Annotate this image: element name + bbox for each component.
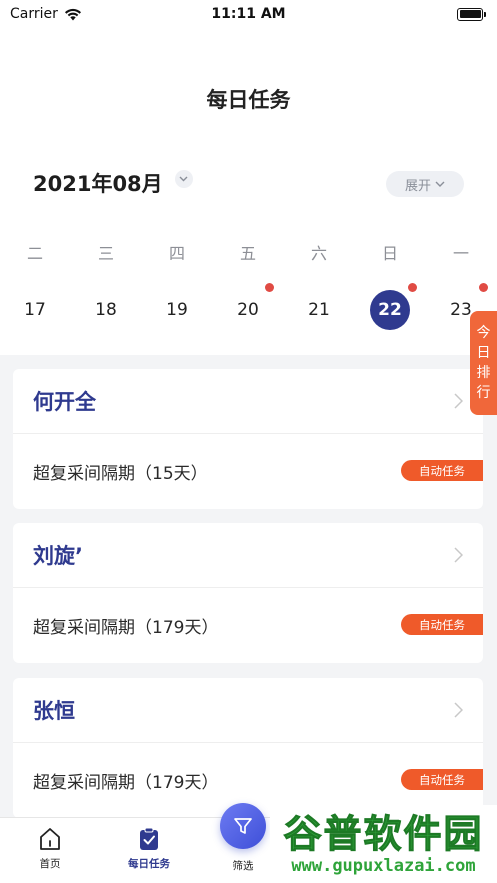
date-cell[interactable]: 18 [86,290,126,330]
today-rank-char: 今 [476,325,491,341]
date-cell-selected[interactable]: 22 [370,290,410,330]
tab-daily-tasks[interactable]: 每日任务 [109,826,189,871]
date-cell[interactable]: 17 [15,290,55,330]
task-list[interactable]: 何开全 超复采间隔期（15天） 自动任务 刘旋’ 超复采间隔期（179天） 自动… [0,355,497,817]
task-name: 刘旋’ [33,544,83,568]
weekday-label: 二 [26,244,43,263]
tab-home[interactable]: 首页 [10,826,90,871]
checklist-icon [140,827,158,850]
task-card[interactable]: 张恒 超复采间隔期（179天） 自动任务 [13,678,483,817]
watermark-title: 谷普软件园 [283,812,484,857]
today-rank-tab[interactable]: 今 日 排 行 [470,311,497,415]
task-desc: 超复采间隔期（179天） [33,773,219,793]
card-body: 超复采间隔期（179天） 自动任务 [13,588,483,663]
task-dot [479,283,488,292]
status-left: Carrier [10,6,82,22]
task-desc: 超复采间隔期（15天） [33,464,208,484]
chevron-down-icon[interactable] [174,170,193,188]
card-header[interactable]: 何开全 [13,369,483,434]
task-dot [408,283,417,292]
date-cell[interactable]: 20 [228,290,268,330]
task-card[interactable]: 何开全 超复采间隔期（15天） 自动任务 [13,369,483,509]
weekday-row: 二 三 四 五 六 日 一 [0,240,497,263]
weekday-label: 日 [381,244,398,263]
expand-button[interactable]: 展开 [386,171,464,197]
watermark-url: www.gupuxlazai.com [291,856,476,876]
task-dot [265,283,274,292]
expand-label: 展开 [404,178,431,194]
chevron-right-icon [454,547,463,563]
home-icon [40,828,60,850]
filter-button[interactable] [220,803,266,849]
task-name: 何开全 [33,390,96,414]
card-header[interactable]: 张恒 [13,678,483,743]
tab-label: 首页 [39,858,61,870]
today-rank-char: 排 [476,365,491,381]
month-selector[interactable]: 2021年08月 [33,168,193,198]
weekday-label: 一 [452,244,469,263]
weekday-label: 四 [168,244,185,263]
status-bar: Carrier 11:11 AM [0,0,497,28]
tab-label: 每日任务 [128,858,170,870]
chevron-right-icon [454,393,463,409]
watermark: 谷普软件园 www.gupuxlazai.com [270,805,497,883]
auto-task-badge: 自动任务 [401,614,483,635]
card-body: 超复采间隔期（15天） 自动任务 [13,434,483,509]
auto-task-badge: 自动任务 [401,460,483,481]
task-name: 张恒 [33,699,75,723]
battery-icon [457,7,486,21]
wifi-icon [64,8,81,20]
today-rank-char: 行 [476,385,491,401]
month-label: 2021年08月 [33,172,163,196]
task-card[interactable]: 刘旋’ 超复采间隔期（179天） 自动任务 [13,523,483,663]
task-desc: 超复采间隔期（179天） [33,618,219,638]
date-cell[interactable]: 21 [299,290,339,330]
filter-icon [234,818,252,834]
date-row: 17 18 19 20 21 22 23 [0,283,497,330]
chevron-down-icon [435,181,445,187]
today-rank-char: 日 [476,345,491,361]
card-header[interactable]: 刘旋’ [13,523,483,588]
date-cell[interactable]: 19 [157,290,197,330]
auto-task-badge: 自动任务 [401,769,483,790]
weekday-label: 五 [239,244,256,263]
weekday-label: 六 [310,244,327,263]
carrier-label: Carrier [10,6,58,22]
weekday-label: 三 [97,244,114,263]
chevron-right-icon [454,702,463,718]
page-title: 每日任务 [206,88,291,112]
